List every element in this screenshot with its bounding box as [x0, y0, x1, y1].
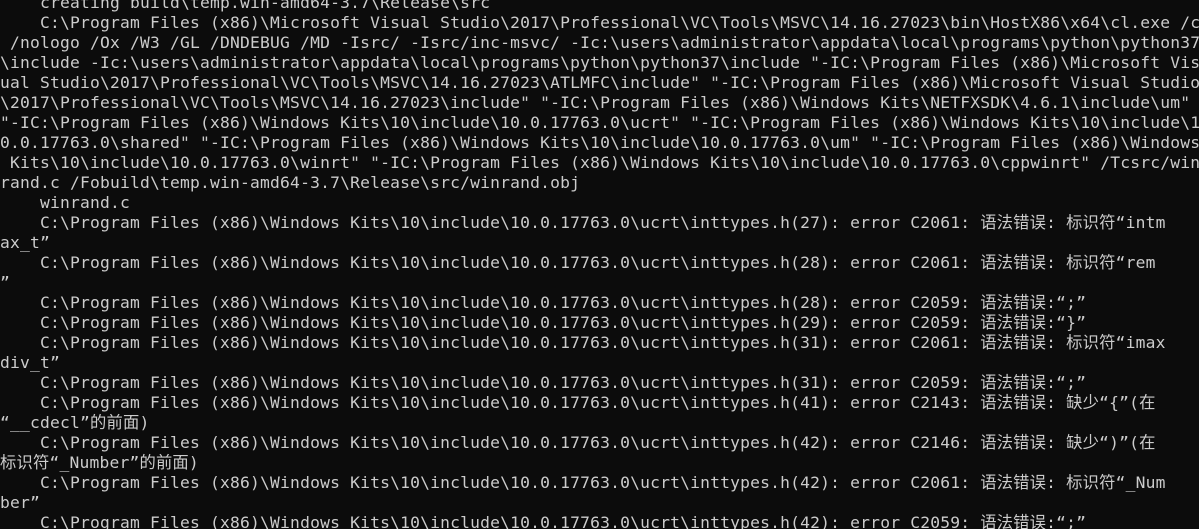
- console-line: C:\Program Files (x86)\Windows Kits\10\i…: [0, 313, 1087, 332]
- console-line: "-IC:\Program Files (x86)\Windows Kits\1…: [0, 113, 1199, 132]
- console-line: 0.0.17763.0\shared" "-IC:\Program Files …: [0, 133, 1199, 152]
- console-line: C:\Program Files (x86)\Microsoft Visual …: [0, 13, 1199, 32]
- console-line: ax_t”: [0, 233, 51, 252]
- console-line: creating build\temp.win-amd64-3.7\Releas…: [0, 0, 491, 12]
- console-line: C:\Program Files (x86)\Windows Kits\10\i…: [0, 333, 1166, 352]
- console-line: “__cdecl”的前面): [0, 413, 150, 432]
- console-line: div_t”: [0, 353, 61, 372]
- console-line: ual Studio\2017\Professional\VC\Tools\MS…: [0, 73, 1199, 92]
- console-line: C:\Program Files (x86)\Windows Kits\10\i…: [0, 433, 1156, 452]
- console-line: C:\Program Files (x86)\Windows Kits\10\i…: [0, 513, 1087, 529]
- console-line: /nologo /Ox /W3 /GL /DNDEBUG /MD -Isrc/ …: [0, 33, 1199, 52]
- console-line: C:\Program Files (x86)\Windows Kits\10\i…: [0, 293, 1087, 312]
- terminal-window[interactable]: creating build\temp.win-amd64-3.7\Releas…: [0, 0, 1199, 529]
- console-line: C:\Program Files (x86)\Windows Kits\10\i…: [0, 393, 1156, 412]
- console-line: C:\Program Files (x86)\Windows Kits\10\i…: [0, 253, 1156, 272]
- console-line: 标识符“_Number”的前面): [0, 453, 199, 472]
- console-line: C:\Program Files (x86)\Windows Kits\10\i…: [0, 473, 1166, 492]
- console-line: winrand.c: [0, 193, 131, 212]
- console-line: C:\Program Files (x86)\Windows Kits\10\i…: [0, 213, 1166, 232]
- console-line: rand.c /Fobuild\temp.win-amd64-3.7\Relea…: [0, 173, 581, 192]
- console-line: C:\Program Files (x86)\Windows Kits\10\i…: [0, 373, 1087, 392]
- console-output: creating build\temp.win-amd64-3.7\Releas…: [0, 0, 1199, 529]
- console-line: ber”: [0, 493, 41, 512]
- console-line: \include -Ic:\users\administrator\appdat…: [0, 53, 1199, 72]
- console-line: Kits\10\include\10.0.17763.0\winrt" "-IC…: [0, 153, 1199, 172]
- console-line: ”: [0, 273, 11, 292]
- console-line: \2017\Professional\VC\Tools\MSVC\14.16.2…: [0, 93, 1191, 112]
